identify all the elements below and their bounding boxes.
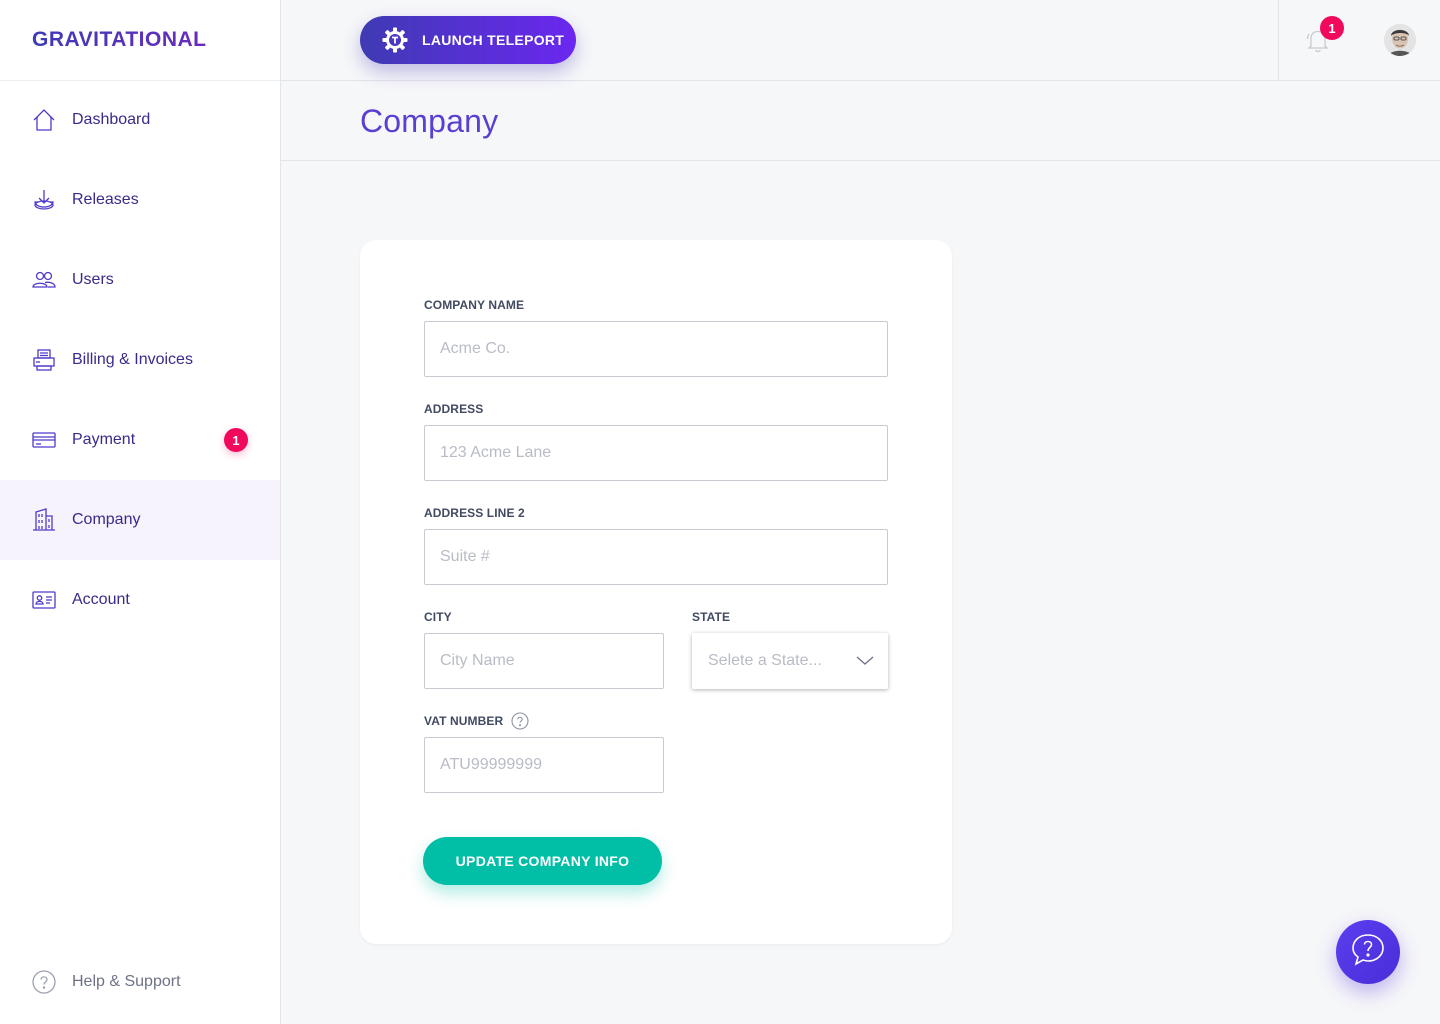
address-line-2-label: ADDRESS LINE 2 <box>424 506 525 520</box>
launch-teleport-button[interactable]: LAUNCH TELEPORT <box>360 16 576 64</box>
sidebar-item-label: Releases <box>72 191 139 208</box>
vat-number-label: VAT NUMBER <box>424 714 504 728</box>
sidebar-item-users[interactable]: Users <box>0 240 280 320</box>
sidebar: GRAVITATIONAL Dashboard Releases Users B… <box>0 0 281 1024</box>
sidebar-item-label: Payment <box>72 431 136 448</box>
notification-count-badge: 1 <box>1320 16 1344 40</box>
sidebar-item-billing[interactable]: Billing & Invoices <box>0 320 280 400</box>
sidebar-item-releases[interactable]: Releases <box>0 160 280 240</box>
city-label: CITY <box>424 610 452 624</box>
sidebar-item-payment[interactable]: Payment 1 <box>0 400 280 480</box>
chat-question-icon <box>1350 932 1386 973</box>
help-chat-button[interactable] <box>1336 920 1400 984</box>
company-name-input[interactable] <box>424 321 888 377</box>
avatar[interactable] <box>1384 24 1416 56</box>
sidebar-item-label: Users <box>72 271 114 288</box>
company-form-card: COMPANY NAME ADDRESS ADDRESS LINE 2 CITY… <box>360 240 952 944</box>
users-icon <box>32 268 56 292</box>
vat-number-label-row: VAT NUMBER <box>424 712 529 730</box>
building-icon <box>32 508 56 532</box>
download-icon <box>32 188 56 212</box>
state-select[interactable]: Selete a State... <box>692 633 888 689</box>
teleport-gear-icon <box>382 27 408 53</box>
page-title: Company <box>360 103 499 139</box>
state-select-placeholder: Selete a State... <box>708 652 822 669</box>
page-header: Company <box>281 81 1440 161</box>
update-company-info-button[interactable]: UPDATE COMPANY INFO <box>423 837 662 885</box>
sidebar-item-label: Account <box>72 591 130 608</box>
top-bar: LAUNCH TELEPORT 1 <box>281 0 1440 81</box>
brand-logo[interactable]: GRAVITATIONAL <box>32 28 206 52</box>
address-input[interactable] <box>424 425 888 481</box>
printer-icon <box>32 348 56 372</box>
sidebar-item-label: Company <box>72 511 141 528</box>
vat-number-input[interactable] <box>424 737 664 793</box>
home-icon <box>32 108 56 132</box>
topbar-divider <box>1278 0 1279 81</box>
sidebar-item-dashboard[interactable]: Dashboard <box>0 80 280 160</box>
state-label: STATE <box>692 610 731 624</box>
help-support-label: Help & Support <box>72 973 181 990</box>
help-support-link[interactable]: Help & Support <box>32 970 181 994</box>
sidebar-item-account[interactable]: Account <box>0 560 280 640</box>
sidebar-item-company[interactable]: Company <box>0 480 280 560</box>
question-circle-icon[interactable] <box>511 712 529 730</box>
logo-area: GRAVITATIONAL <box>0 0 280 81</box>
address-line-2-input[interactable] <box>424 529 888 585</box>
sidebar-item-label: Dashboard <box>72 111 151 128</box>
credit-card-icon <box>32 428 56 452</box>
address-label: ADDRESS <box>424 402 484 416</box>
city-input[interactable] <box>424 633 664 689</box>
id-card-icon <box>32 588 56 612</box>
payment-count-badge: 1 <box>224 428 248 452</box>
chevron-down-icon <box>856 653 874 669</box>
company-name-label: COMPANY NAME <box>424 298 525 312</box>
sidebar-item-label: Billing & Invoices <box>72 351 193 368</box>
help-circle-icon <box>32 970 56 994</box>
launch-teleport-label: LAUNCH TELEPORT <box>422 32 565 48</box>
